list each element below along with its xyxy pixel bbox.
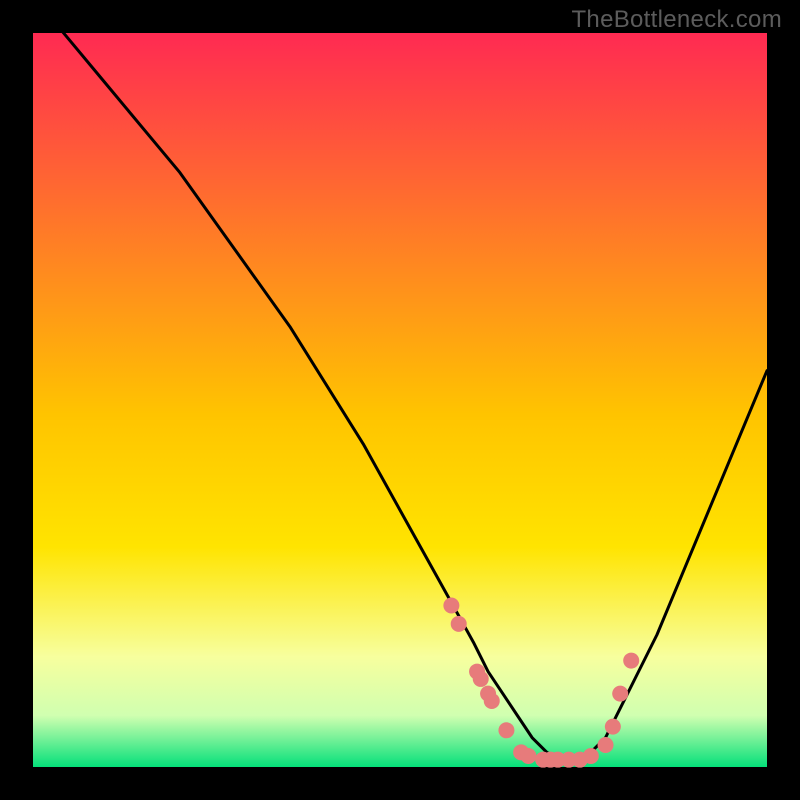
gradient-background: [33, 33, 767, 767]
highlighted-point: [623, 653, 639, 669]
highlighted-point: [473, 671, 489, 687]
highlighted-point: [443, 598, 459, 614]
highlighted-point: [498, 722, 514, 738]
highlighted-point: [520, 748, 536, 764]
highlighted-point: [605, 719, 621, 735]
highlighted-point: [583, 748, 599, 764]
highlighted-point: [612, 686, 628, 702]
highlighted-point: [451, 616, 467, 632]
chart-frame: TheBottleneck.com: [0, 0, 800, 800]
highlighted-point: [598, 737, 614, 753]
bottleneck-chart: [0, 0, 800, 800]
highlighted-point: [484, 693, 500, 709]
